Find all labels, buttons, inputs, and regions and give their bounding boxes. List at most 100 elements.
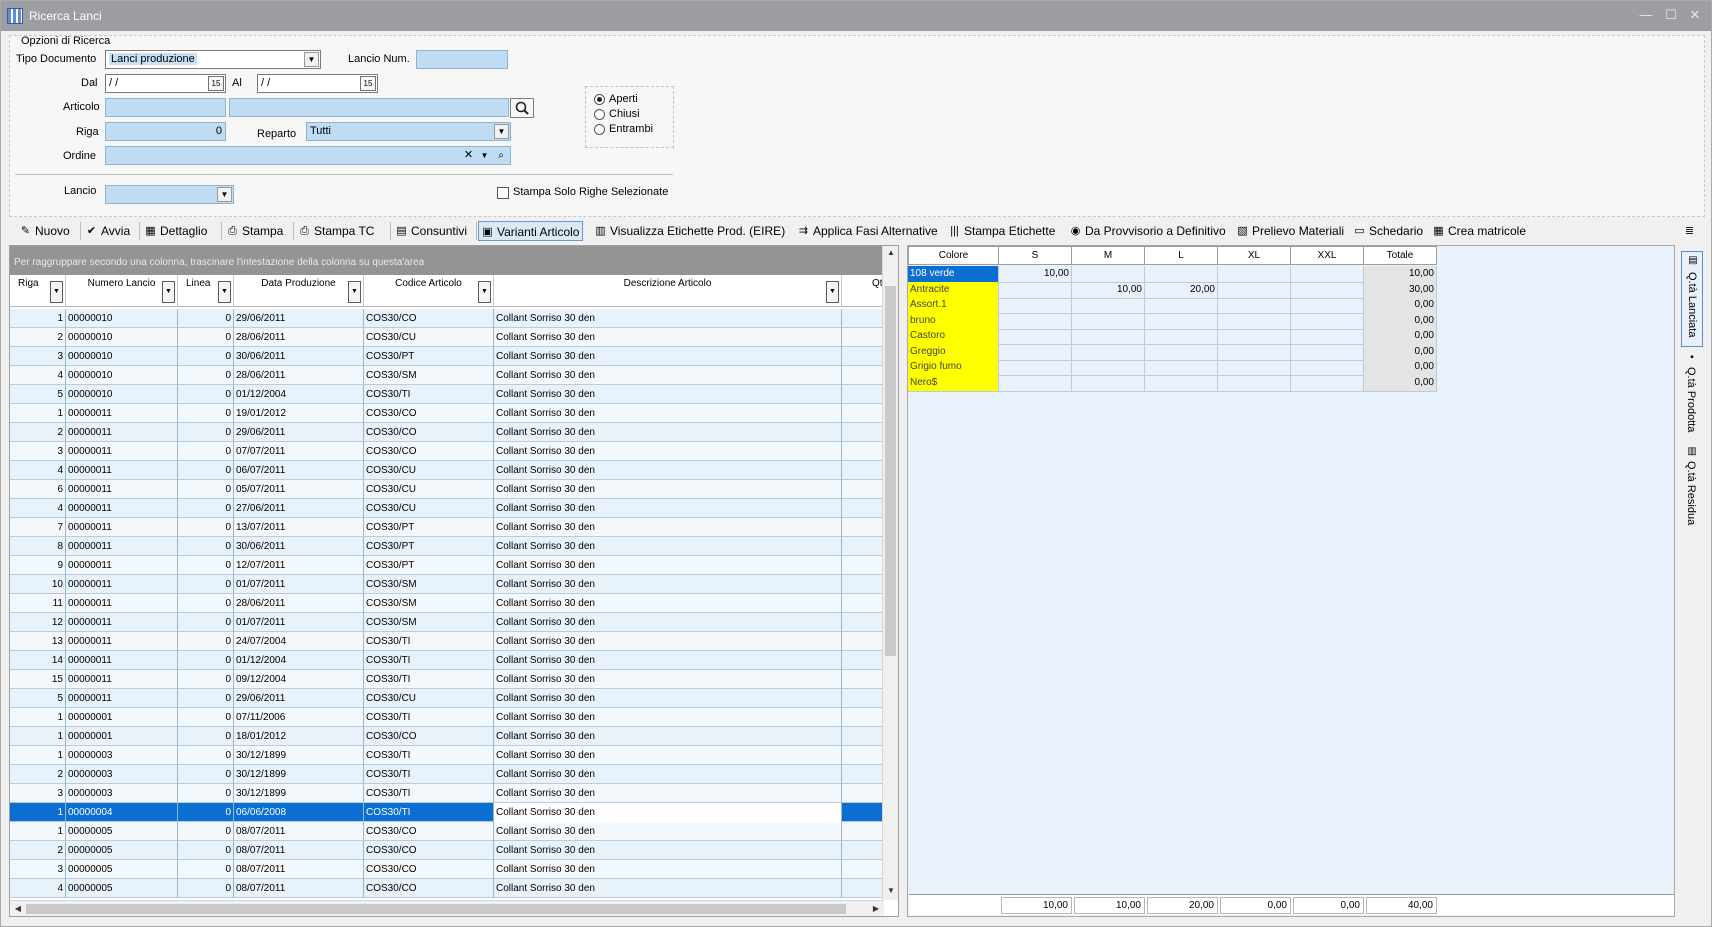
tab-qta-residua[interactable]: ▥ Q.tà Residua <box>1681 443 1703 529</box>
variant-cell-s[interactable] <box>999 374 1072 392</box>
dettaglio-button[interactable]: ▦ Dettaglio <box>142 221 210 241</box>
variant-cell-m[interactable] <box>1072 343 1145 361</box>
table-row[interactable]: 1 00000004 0 06/06/2008 COS30/TI Collant Sorr… <box>10 803 884 822</box>
variant-cell-xxl[interactable] <box>1291 312 1364 330</box>
variant-cell-xl[interactable] <box>1218 281 1291 299</box>
da-provvisorio-button[interactable]: ◉ Da Provvisorio a Definitivo <box>1067 221 1229 241</box>
variant-cell-xxl[interactable] <box>1291 281 1364 299</box>
lancio-num-input[interactable] <box>416 50 508 69</box>
table-row[interactable]: 4 00000010 0 28/06/2011 COS30/SM Collant Sorr… <box>10 366 884 385</box>
stampa-button[interactable]: ⎙ Stampa <box>224 221 286 241</box>
variant-cell-xxl[interactable] <box>1291 359 1364 376</box>
variant-cell-s[interactable] <box>999 343 1072 361</box>
variant-cell-xl[interactable] <box>1218 328 1291 345</box>
avvia-button[interactable]: ✔ Avvia <box>83 221 133 241</box>
close-button[interactable]: ✕ <box>1686 7 1704 23</box>
variant-cell-xl[interactable] <box>1218 266 1291 283</box>
stampa-tc-button[interactable]: ⎙ Stampa TC <box>296 221 377 241</box>
variant-cell-xl[interactable] <box>1218 343 1291 361</box>
col-xl[interactable]: XL <box>1218 246 1291 265</box>
radio-chiusi[interactable]: Chiusi <box>594 108 674 122</box>
riga-input[interactable]: 0 <box>105 122 226 141</box>
table-row[interactable]: 2 00000011 0 29/06/2011 COS30/CO Collant Sorr… <box>10 423 884 442</box>
variant-cell-l[interactable]: 20,00 <box>1145 281 1218 299</box>
variant-cell-l[interactable] <box>1145 359 1218 376</box>
table-row[interactable]: 10 00000011 0 01/07/2011 COS30/SM Collant Sor… <box>10 575 884 594</box>
variant-cell-s[interactable] <box>999 328 1072 345</box>
variant-cell-s[interactable] <box>999 312 1072 330</box>
scroll-thumb[interactable] <box>885 286 896 656</box>
table-row[interactable]: 1 00000001 0 18/01/2012 COS30/CO Collant Sorr… <box>10 727 884 746</box>
table-row[interactable]: 1 00000011 0 19/01/2012 COS30/CO Collant Sorr… <box>10 404 884 423</box>
group-by-panel[interactable]: Per raggruppare secondo una colonna, tra… <box>10 246 884 275</box>
variant-cell-m[interactable] <box>1072 312 1145 330</box>
consuntivi-button[interactable]: ▤ Consuntivi <box>393 221 470 241</box>
minimize-button[interactable]: — <box>1637 7 1655 23</box>
col-numero-lancio[interactable]: Numero Lancio ▼ <box>66 275 178 307</box>
variant-cell-l[interactable] <box>1145 328 1218 345</box>
nuovo-button[interactable]: ✎ Nuovo <box>17 221 73 241</box>
variant-cell-s[interactable] <box>999 297 1072 314</box>
table-row[interactable]: 1 00000003 0 30/12/1899 COS30/TI Collant Sorr… <box>10 746 884 765</box>
stampa-etichette-button[interactable]: ||| Stampa Etichette <box>946 221 1058 241</box>
dal-date-input[interactable]: / / 15 <box>105 74 226 93</box>
table-row[interactable]: 4 00000011 0 06/07/2011 COS30/CU Collant Sorr… <box>10 461 884 480</box>
visualizza-etichette-button[interactable]: ▥ Visualizza Etichette Prod. (EIRE) <box>592 221 788 241</box>
tab-qta-prodotta[interactable]: ▪ Q.tà Prodotta <box>1681 349 1703 441</box>
variant-cell-xl[interactable] <box>1218 359 1291 376</box>
variant-cell-m[interactable] <box>1072 374 1145 392</box>
chevron-down-icon[interactable]: ▼ <box>217 187 232 202</box>
col-l[interactable]: L <box>1145 246 1218 265</box>
articolo-code-input[interactable] <box>105 98 226 117</box>
variant-cell-xxl[interactable] <box>1291 328 1364 345</box>
applica-fasi-button[interactable]: ⇉ Applica Fasi Alternative <box>795 221 941 241</box>
variant-cell-m[interactable]: 10,00 <box>1072 281 1145 299</box>
chevron-down-icon[interactable]: ▼ <box>162 281 175 303</box>
table-row[interactable]: 13 00000011 0 24/07/2004 COS30/TI Collant Sor… <box>10 632 884 651</box>
table-row[interactable]: 1 00000010 0 29/06/2011 COS30/CO Collant Sorr… <box>10 309 884 328</box>
variant-cell-xxl[interactable] <box>1291 297 1364 314</box>
articolo-desc-input[interactable] <box>229 98 509 117</box>
col-xxl[interactable]: XXL <box>1291 246 1364 265</box>
col-codice-articolo[interactable]: Codice Articolo ▼ <box>364 275 494 307</box>
chevron-down-icon[interactable]: ▼ <box>477 148 492 163</box>
variant-cell-l[interactable] <box>1145 266 1218 283</box>
ordine-input[interactable]: ✕ ▼ ⌕ <box>105 146 511 165</box>
table-row[interactable]: 9 00000011 0 12/07/2011 COS30/PT Collant Sorr… <box>10 556 884 575</box>
col-s[interactable]: S <box>999 246 1072 265</box>
search-button[interactable] <box>510 98 534 118</box>
scroll-thumb[interactable] <box>26 904 846 914</box>
variant-cell-l[interactable] <box>1145 312 1218 330</box>
options-menu-button[interactable]: ≣ <box>1681 221 1697 241</box>
scroll-right-icon[interactable]: ▶ <box>868 901 884 916</box>
lancio-select[interactable]: ▼ <box>105 185 234 204</box>
table-row[interactable]: 8 00000011 0 30/06/2011 COS30/PT Collant Sorr… <box>10 537 884 556</box>
table-row[interactable]: 11 00000011 0 28/06/2011 COS30/SM Collant Sor… <box>10 594 884 613</box>
tab-qta-lanciata[interactable]: ▤ Q.tà Lanciata <box>1681 251 1703 347</box>
table-row[interactable]: 5 00000011 0 29/06/2011 COS30/CU Collant Sorr… <box>10 689 884 708</box>
chevron-down-icon[interactable]: ▼ <box>50 281 63 303</box>
scroll-left-icon[interactable]: ◀ <box>10 901 26 916</box>
crea-matricole-button[interactable]: ▦ Crea matricole <box>1430 221 1529 241</box>
table-row[interactable]: 2 00000010 0 28/06/2011 COS30/CU Collant Sorr… <box>10 328 884 347</box>
tipo-documento-select[interactable]: Lanci produzione ▼ <box>105 50 321 69</box>
table-row[interactable]: 7 00000011 0 13/07/2011 COS30/PT Collant Sorr… <box>10 518 884 537</box>
variant-cell-xxl[interactable] <box>1291 343 1364 361</box>
maximize-button[interactable]: ☐ <box>1662 7 1680 23</box>
variant-cell-l[interactable] <box>1145 343 1218 361</box>
variant-cell-s[interactable]: 10,00 <box>999 266 1072 283</box>
table-row[interactable]: 12 00000011 0 01/07/2011 COS30/SM Collant Sor… <box>10 613 884 632</box>
table-row[interactable]: 3 00000005 0 08/07/2011 COS30/CO Collant Sorr… <box>10 860 884 879</box>
col-data-produzione[interactable]: Data Produzione ▼ <box>234 275 364 307</box>
chevron-down-icon[interactable]: ▼ <box>304 52 319 67</box>
variant-cell-m[interactable] <box>1072 297 1145 314</box>
variant-cell-m[interactable] <box>1072 328 1145 345</box>
col-colore[interactable]: Colore <box>908 246 999 265</box>
col-totale[interactable]: Totale <box>1364 246 1437 265</box>
col-riga[interactable]: Riga ▼ <box>10 275 66 307</box>
schedario-button[interactable]: ▭ Schedario <box>1351 221 1426 241</box>
calendar-icon[interactable]: 15 <box>208 76 224 91</box>
col-linea[interactable]: Linea ▼ <box>178 275 234 307</box>
variant-cell-xxl[interactable] <box>1291 266 1364 283</box>
variant-cell-m[interactable] <box>1072 266 1145 283</box>
